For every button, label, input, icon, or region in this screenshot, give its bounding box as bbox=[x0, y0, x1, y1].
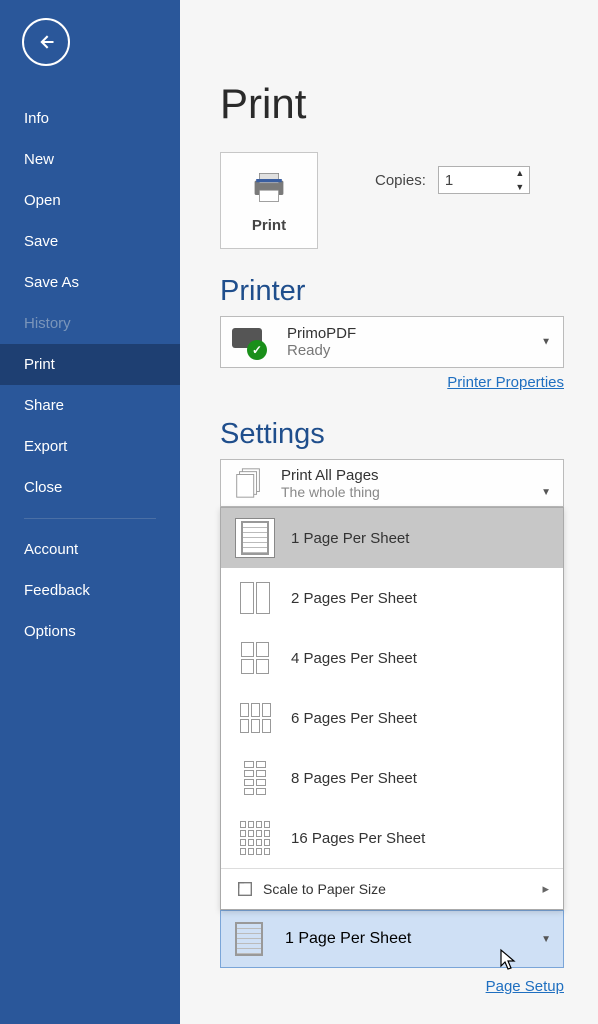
scale-icon bbox=[235, 879, 255, 899]
printer-selector[interactable]: ✓ PrimoPDF Ready ▼ bbox=[220, 316, 564, 368]
nav-new[interactable]: New bbox=[0, 139, 180, 180]
nav-export[interactable]: Export bbox=[0, 426, 180, 467]
copies-spin-up[interactable]: ▲ bbox=[511, 166, 529, 180]
nav-save[interactable]: Save bbox=[0, 221, 180, 262]
one-page-icon bbox=[235, 518, 275, 558]
one-page-icon bbox=[229, 919, 269, 959]
sidebar: Info New Open Save Save As History Print… bbox=[0, 0, 180, 1024]
nav-save-as[interactable]: Save As bbox=[0, 262, 180, 303]
nav-print[interactable]: Print bbox=[0, 344, 180, 385]
print-button[interactable]: Print bbox=[220, 152, 318, 249]
pages-per-sheet-dropdown: 1 Page Per Sheet 2 Pages Per Sheet 4 Pag… bbox=[220, 507, 564, 910]
print-pages-selector[interactable]: Print All Pages The whole thing ▼ bbox=[220, 459, 564, 507]
page-title: Print bbox=[220, 80, 598, 128]
nav-share[interactable]: Share bbox=[0, 385, 180, 426]
dd-option-8-pages[interactable]: 8 Pages Per Sheet bbox=[221, 748, 563, 808]
printer-properties-link[interactable]: Printer Properties bbox=[447, 374, 564, 391]
pages-per-sheet-selector[interactable]: 1 Page Per Sheet ▼ bbox=[220, 910, 564, 968]
printer-name: PrimoPDF bbox=[287, 325, 356, 342]
page-setup-link[interactable]: Page Setup bbox=[486, 978, 564, 995]
chevron-down-icon: ▼ bbox=[541, 337, 551, 348]
eight-page-icon bbox=[235, 758, 275, 798]
nav-feedback[interactable]: Feedback bbox=[0, 570, 180, 611]
nav-history: History bbox=[0, 303, 180, 344]
nav-options[interactable]: Options bbox=[0, 611, 180, 652]
copies-spin-down[interactable]: ▼ bbox=[511, 180, 529, 194]
dd-option-4-pages[interactable]: 4 Pages Per Sheet bbox=[221, 628, 563, 688]
nav-info[interactable]: Info bbox=[0, 98, 180, 139]
four-page-icon bbox=[235, 638, 275, 678]
chevron-right-icon: ▸ bbox=[542, 881, 549, 897]
dd-option-16-pages[interactable]: 16 Pages Per Sheet bbox=[221, 808, 563, 868]
printer-status: Ready bbox=[287, 342, 356, 359]
nav-account[interactable]: Account bbox=[0, 529, 180, 570]
copies-row: Copies: 1 ▲ ▼ bbox=[375, 166, 530, 194]
chevron-down-icon: ▼ bbox=[541, 487, 551, 498]
printer-status-icon: ✓ bbox=[229, 326, 271, 358]
copies-value[interactable]: 1 bbox=[439, 172, 511, 189]
printer-section-title: Printer bbox=[220, 275, 598, 308]
settings-section-title: Settings bbox=[220, 418, 598, 451]
dd-option-6-pages[interactable]: 6 Pages Per Sheet bbox=[221, 688, 563, 748]
print-button-label: Print bbox=[252, 217, 286, 234]
sixteen-page-icon bbox=[235, 818, 275, 858]
nav-close[interactable]: Close bbox=[0, 467, 180, 508]
print-pages-subtitle: The whole thing bbox=[281, 484, 549, 500]
copies-input[interactable]: 1 ▲ ▼ bbox=[438, 166, 530, 194]
pages-stack-icon bbox=[229, 463, 269, 503]
main-content: Print Print Copies: 1 ▲ ▼ Printer i ✓ Pr… bbox=[180, 0, 598, 1024]
printer-icon bbox=[249, 171, 289, 203]
print-pages-title: Print All Pages bbox=[281, 467, 549, 484]
nav-open[interactable]: Open bbox=[0, 180, 180, 221]
two-page-icon bbox=[235, 578, 275, 618]
dd-scale-to-paper[interactable]: Scale to Paper Size ▸ bbox=[221, 868, 563, 909]
dd-option-2-pages[interactable]: 2 Pages Per Sheet bbox=[221, 568, 563, 628]
back-arrow-icon bbox=[36, 32, 56, 52]
chevron-down-icon: ▼ bbox=[541, 934, 551, 945]
dd-option-1-page[interactable]: 1 Page Per Sheet bbox=[221, 508, 563, 568]
copies-label: Copies: bbox=[375, 172, 426, 189]
six-page-icon bbox=[235, 698, 275, 738]
back-button[interactable] bbox=[22, 18, 70, 66]
nav-separator bbox=[24, 518, 156, 519]
cursor-icon bbox=[499, 948, 519, 972]
